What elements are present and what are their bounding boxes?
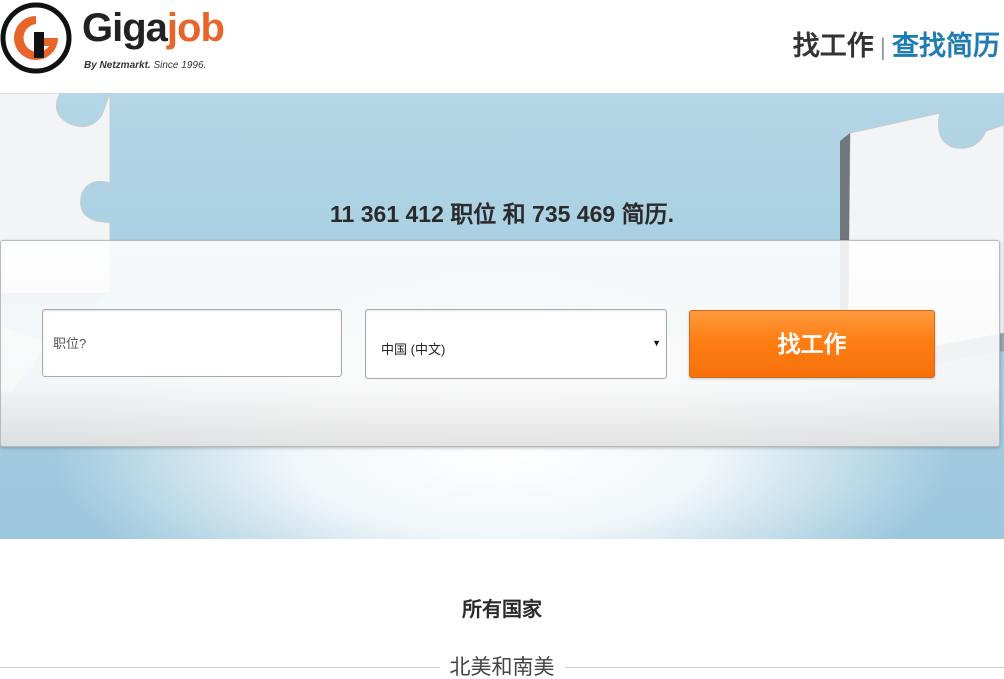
tagline-company: By Netzmarkt. xyxy=(84,60,151,71)
hero-banner: 11 361 412 职位 和 735 469 简历. 中国 (中文) ▼ 找工… xyxy=(0,93,1004,539)
top-navigation: 找工作 | 查找简历 xyxy=(793,24,1000,63)
all-countries-section: 所有国家 北美和南美 xyxy=(0,539,1004,679)
find-job-button[interactable]: 找工作 xyxy=(689,310,935,378)
gigajob-logo[interactable]: Gigajob By Netzmarkt. Since 1996. xyxy=(0,0,240,80)
country-select[interactable]: 中国 (中文) ▼ xyxy=(365,309,667,379)
tagline-since: Since 1996. xyxy=(150,60,207,71)
job-title-input[interactable] xyxy=(42,309,342,377)
nav-find-cv-link[interactable]: 查找简历 xyxy=(892,31,1000,61)
nav-find-job-link[interactable]: 找工作 xyxy=(793,31,874,61)
brand-tagline: By Netzmarkt. Since 1996. xyxy=(84,60,206,71)
brand-name-giga: Giga xyxy=(82,6,168,50)
brand-wordmark: Gigajob xyxy=(82,6,225,50)
site-header: Gigajob By Netzmarkt. Since 1996. 找工作 | 查找… xyxy=(0,0,1004,93)
nav-separator: | xyxy=(879,34,886,61)
brand-name-job: job xyxy=(166,6,225,50)
gigajob-logo-icon xyxy=(0,2,72,74)
region-heading-label: 北美和南美 xyxy=(439,651,565,679)
job-search-panel: 中国 (中文) ▼ 找工作 xyxy=(0,240,1000,447)
all-countries-title: 所有国家 xyxy=(462,599,542,621)
region-heading: 北美和南美 xyxy=(0,651,1004,679)
hero-headline: 11 361 412 职位 和 735 469 简历. xyxy=(330,201,674,227)
caret-down-icon: ▼ xyxy=(652,338,661,348)
country-select-value: 中国 (中文) xyxy=(381,342,446,357)
